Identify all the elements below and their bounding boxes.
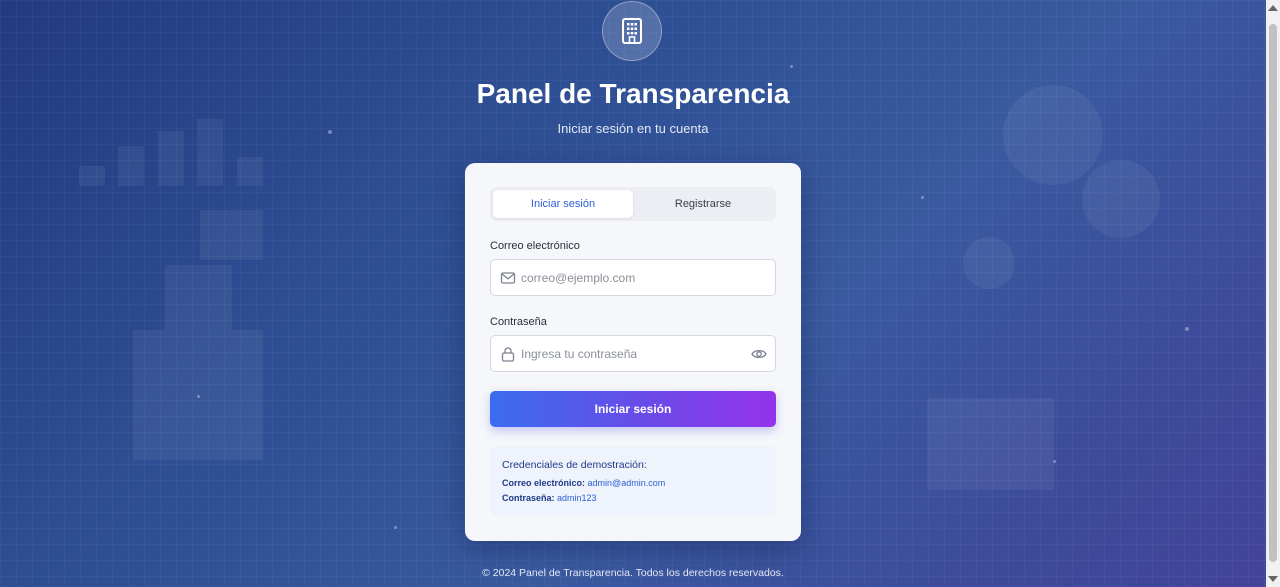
footer-copyright: © 2024 Panel de Transparencia. Todos los… <box>482 567 784 579</box>
page-title: Panel de Transparencia <box>476 78 790 109</box>
scroll-down-arrow[interactable] <box>1268 576 1278 582</box>
scroll-up-arrow[interactable] <box>1268 5 1278 11</box>
page-subtitle: Iniciar sesión en tu cuenta <box>557 121 709 136</box>
login-submit-button[interactable]: Iniciar sesión <box>490 391 776 427</box>
vertical-scrollbar[interactable] <box>1266 0 1280 587</box>
decor-circle <box>1082 160 1160 238</box>
decor-dot <box>921 196 924 199</box>
decor-building <box>200 210 263 260</box>
tab-register[interactable]: Registrarse <box>633 190 773 218</box>
decor-dot <box>790 65 793 68</box>
scroll-thumb[interactable] <box>1269 24 1277 562</box>
decor-dot <box>394 526 397 529</box>
lock-icon <box>501 347 515 362</box>
demo-email-key: Correo electrónico: <box>502 478 586 488</box>
decor-bar <box>79 166 105 186</box>
decor-bar <box>237 157 263 186</box>
decor-dot <box>1053 460 1056 463</box>
demo-password-line: Contraseña: admin123 <box>502 493 597 503</box>
login-card: Iniciar sesión Registrarse Correo electr… <box>465 163 801 541</box>
demo-email-value: admin@admin.com <box>587 478 666 488</box>
email-label: Correo electrónico <box>490 240 580 252</box>
demo-credentials-box: Credenciales de demostración: Correo ele… <box>490 446 776 516</box>
demo-email-line: Correo electrónico: admin@admin.com <box>502 478 665 488</box>
demo-password-key: Contraseña: <box>502 493 555 503</box>
decor-dot <box>1185 327 1189 331</box>
building-icon <box>622 18 642 44</box>
decor-bar <box>118 146 144 186</box>
mail-icon <box>500 272 516 284</box>
demo-credentials-title: Credenciales de demostración: <box>502 459 647 471</box>
password-label: Contraseña <box>490 316 547 328</box>
email-input[interactable] <box>521 260 741 295</box>
eye-icon[interactable] <box>751 347 767 361</box>
decor-bar <box>158 131 184 186</box>
decor-building <box>165 265 232 330</box>
decor-document <box>927 398 1054 490</box>
tab-login[interactable]: Iniciar sesión <box>493 190 633 218</box>
decor-dot <box>197 395 200 398</box>
password-input[interactable] <box>521 336 741 371</box>
app-logo <box>602 1 662 61</box>
decor-circle <box>963 237 1015 289</box>
demo-password-value: admin123 <box>557 493 597 503</box>
auth-tabs: Iniciar sesión Registrarse <box>490 187 776 221</box>
password-field-wrapper <box>490 335 776 372</box>
email-field-wrapper <box>490 259 776 296</box>
